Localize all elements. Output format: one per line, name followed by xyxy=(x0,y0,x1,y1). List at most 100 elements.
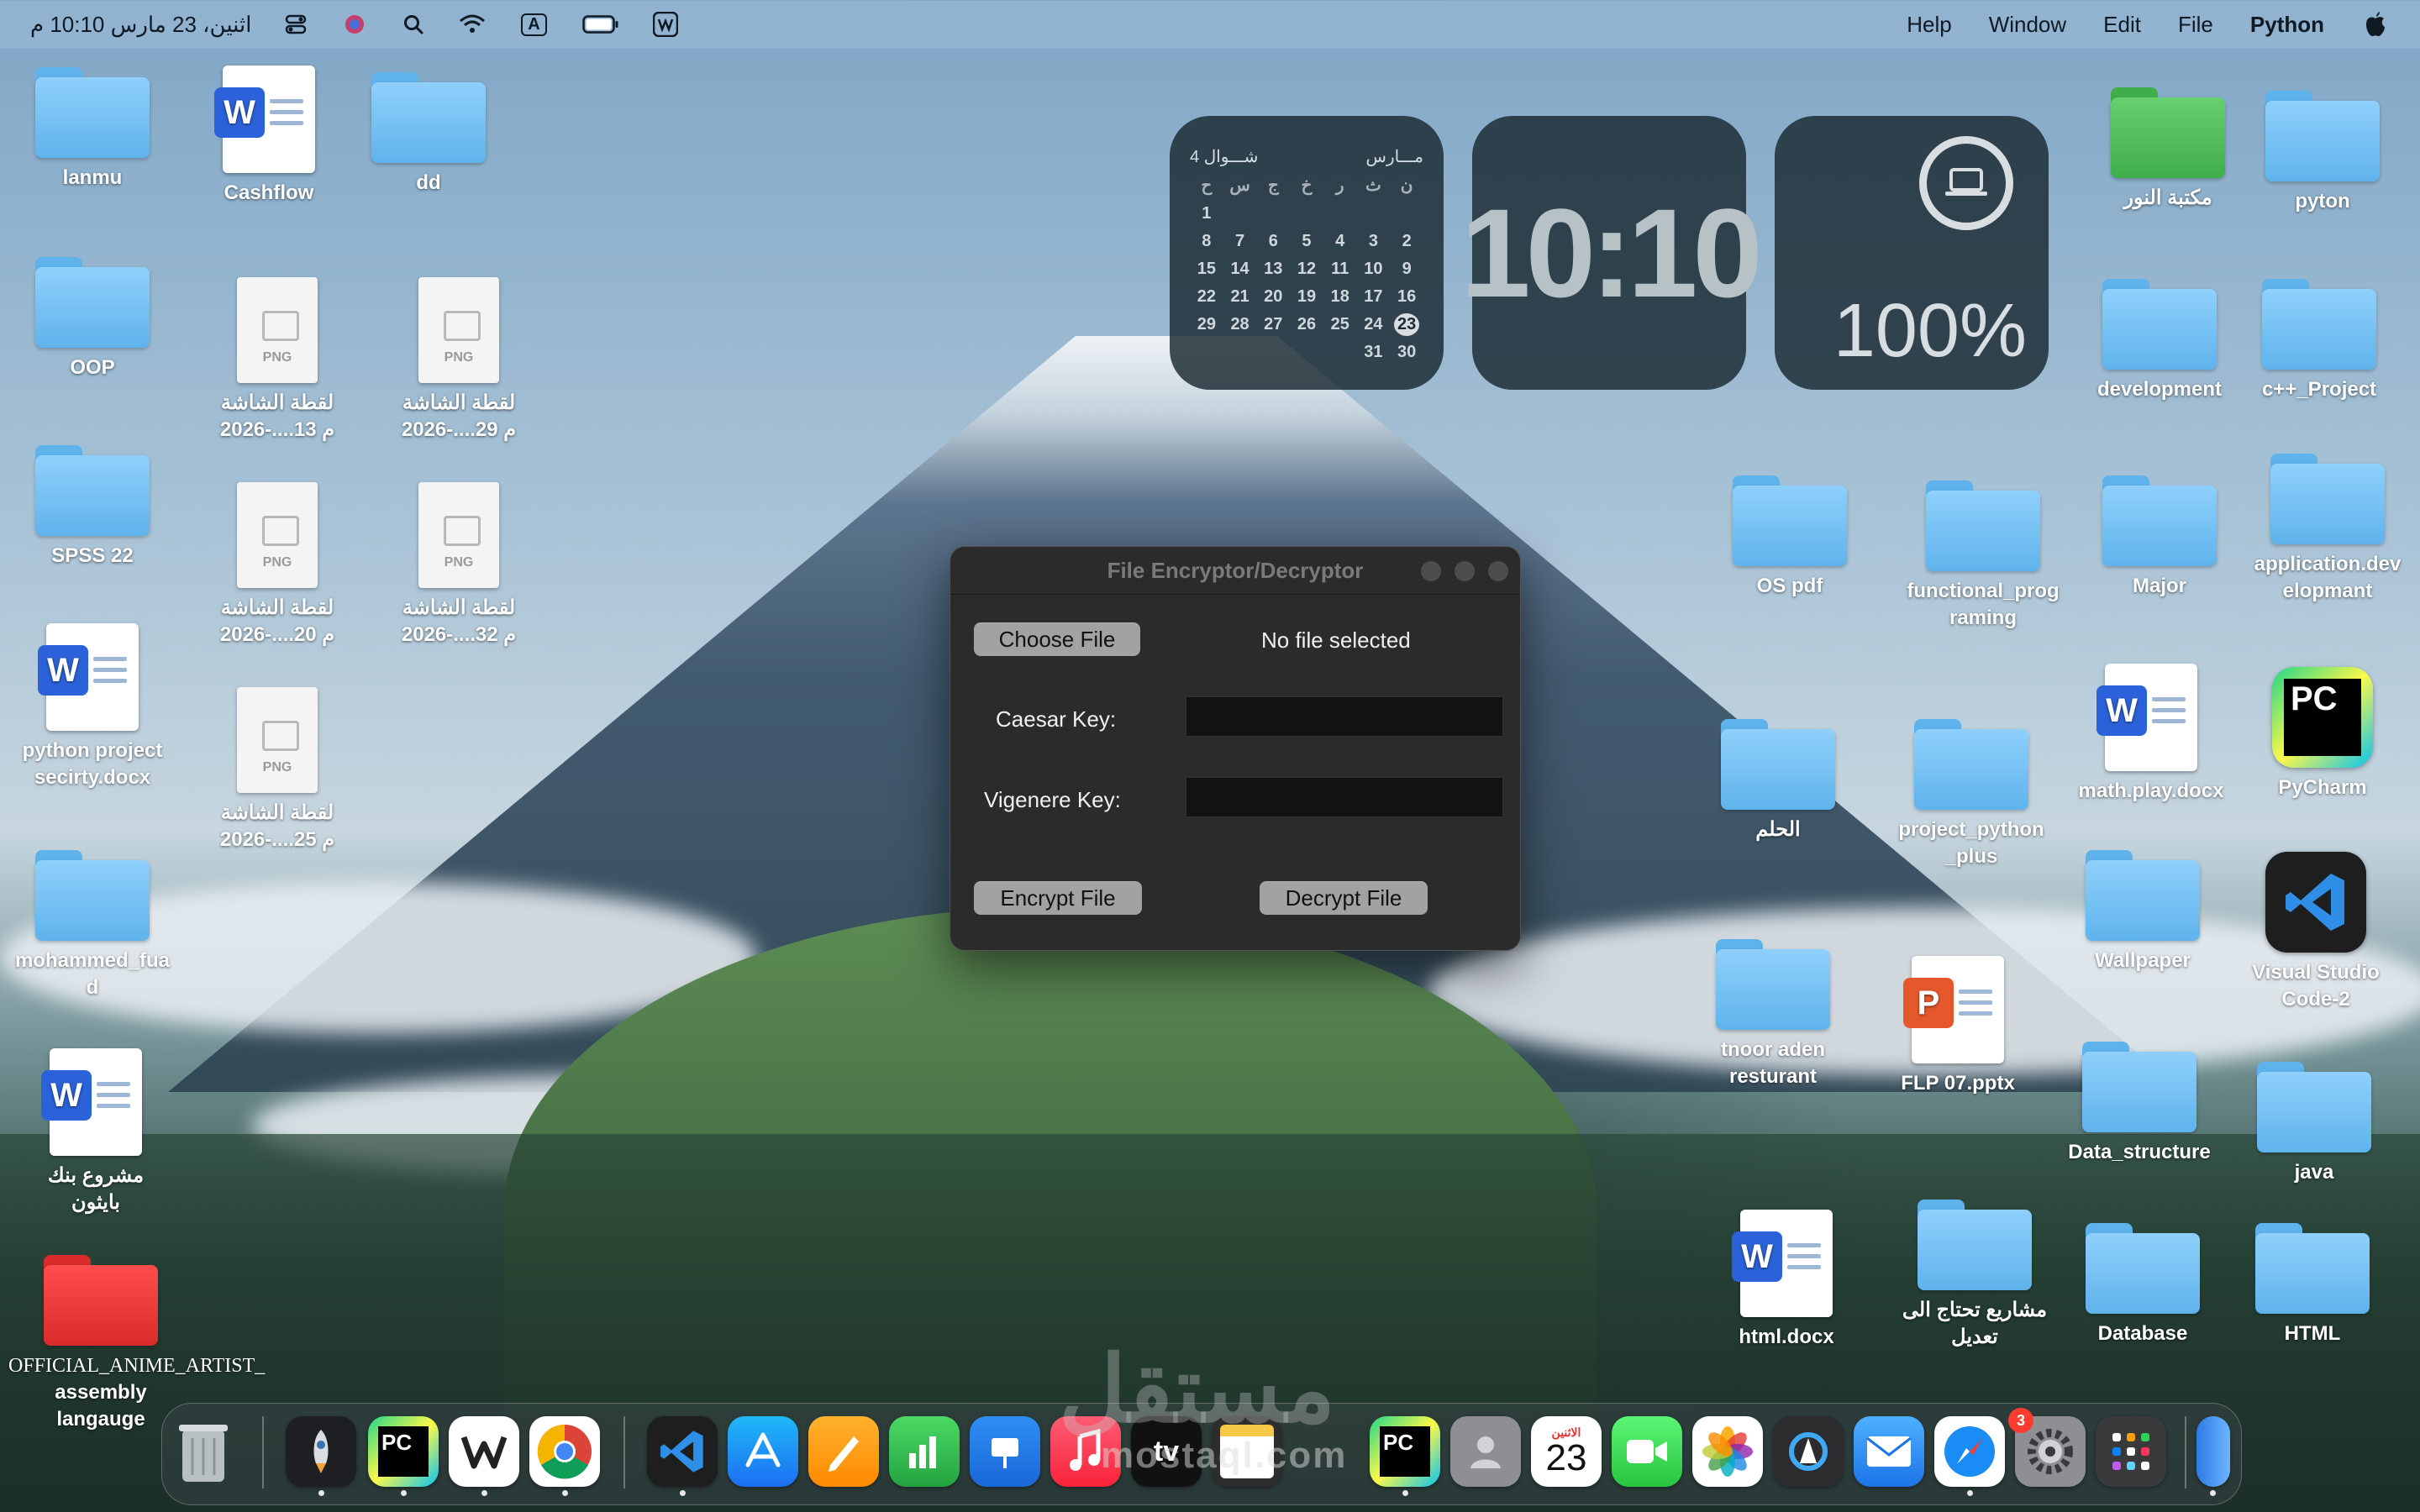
folder-html[interactable]: HTML xyxy=(2220,1223,2405,1347)
mostaql-watermark: مستقل xyxy=(1059,1338,1336,1441)
search-icon[interactable] xyxy=(399,10,428,39)
word-document-icon: W xyxy=(214,66,315,173)
pycharm-ce-dock-icon[interactable]: PC xyxy=(1370,1416,1440,1487)
folder-database[interactable]: Database xyxy=(2050,1223,2235,1347)
calendar-day: 12 xyxy=(1297,260,1317,278)
battery-widget[interactable]: 100% xyxy=(1775,116,2049,390)
vscode-dock-icon[interactable] xyxy=(647,1416,718,1487)
wifi-icon[interactable] xyxy=(458,10,487,39)
input-source-icon[interactable]: A xyxy=(517,10,550,39)
pages-icon[interactable] xyxy=(808,1416,879,1487)
screenshot-25[interactable]: PNG لقطة الشاشة 2026-....25 م xyxy=(185,687,370,853)
pycharm-dock-icon[interactable]: PC xyxy=(368,1416,439,1487)
folder-icon xyxy=(1733,475,1847,566)
calendar-day: 11 xyxy=(1331,260,1349,278)
calendar-day xyxy=(1323,202,1357,225)
decrypt-file-button[interactable]: Decrypt File xyxy=(1260,881,1428,915)
photos-icon[interactable] xyxy=(1692,1416,1763,1487)
menu-file[interactable]: File xyxy=(2178,12,2213,38)
mail-icon[interactable] xyxy=(1854,1416,1924,1487)
wps-office-icon[interactable] xyxy=(651,10,680,39)
file-flp-07[interactable]: P FLP 07.pptx xyxy=(1865,956,2050,1097)
window-minimize-button[interactable] xyxy=(1421,561,1441,581)
folder-oop[interactable]: OOP xyxy=(0,257,185,381)
calendar-day: 19 xyxy=(1297,287,1317,306)
trash-icon[interactable] xyxy=(168,1416,239,1487)
screenshot-13[interactable]: PNG لقطة الشاشة 2026-....13 م xyxy=(185,277,370,444)
folder-dd[interactable]: dd xyxy=(336,72,521,197)
app-store-icon[interactable] xyxy=(728,1416,798,1487)
caesar-key-input[interactable] xyxy=(1186,696,1503,737)
window-close-button[interactable] xyxy=(1488,561,1508,581)
file-html-docx[interactable]: W html.docx xyxy=(1694,1210,1879,1351)
folder-application-development[interactable]: application.dev elopmant xyxy=(2235,454,2420,605)
finder-icon[interactable] xyxy=(2196,1416,2230,1487)
app-visual-studio-code[interactable]: Visual Studio Code-2 xyxy=(2223,852,2408,1013)
screenshot-29[interactable]: PNG لقطة الشاشة 2026-....29 م xyxy=(366,277,551,444)
file-python-project-secirty[interactable]: W python project secirty.docx xyxy=(0,623,185,791)
app-pycharm[interactable]: PC PyCharm xyxy=(2230,667,2415,801)
folder-major[interactable]: Major xyxy=(2067,475,2252,600)
folder-alhulm[interactable]: الحلم xyxy=(1686,719,1870,843)
folder-mohammed-fuad[interactable]: mohammed_fua d xyxy=(0,850,185,1001)
folder-projects-need-edit[interactable]: مشاريع تحتاج الى تعديل xyxy=(1882,1200,2067,1351)
folder-cpp-project[interactable]: c++_Project xyxy=(2227,279,2412,403)
folder-anime-artist[interactable]: OFFICIAL_ANIME_ARTIST_ assembly langauge xyxy=(8,1255,265,1433)
apple-menu-icon[interactable] xyxy=(2361,10,2390,39)
folder-icon xyxy=(1716,939,1830,1030)
system-settings-icon[interactable]: 3 xyxy=(2008,1408,2086,1487)
calendar-day: 15 xyxy=(1197,260,1216,278)
chrome-icon[interactable] xyxy=(529,1416,600,1487)
folder-icon xyxy=(2082,1042,2196,1132)
file-cashflow[interactable]: W Cashflow xyxy=(176,66,361,207)
folder-spss[interactable]: SPSS 22 xyxy=(0,445,185,570)
folder-os-pdf[interactable]: OS pdf xyxy=(1697,475,1882,600)
keynote-icon[interactable] xyxy=(970,1416,1040,1487)
control-center-icon[interactable] xyxy=(281,10,310,39)
encrypt-file-button[interactable]: Encrypt File xyxy=(974,881,1142,915)
wps-office-dock-icon[interactable] xyxy=(449,1416,519,1487)
battery-icon[interactable] xyxy=(581,10,621,39)
vigenere-key-input[interactable] xyxy=(1186,777,1503,817)
menubar-app-name[interactable]: Python xyxy=(2250,12,2324,38)
calendar-day: 22 xyxy=(1197,287,1216,306)
facetime-icon[interactable] xyxy=(1612,1416,1682,1487)
safari-icon[interactable] xyxy=(1934,1416,2005,1487)
calendar-day xyxy=(1357,202,1391,225)
contacts-icon[interactable] xyxy=(1450,1416,1521,1487)
folder-wallpaper[interactable]: Wallpaper xyxy=(2050,850,2235,974)
window-titlebar[interactable]: File Encryptor/Decryptor xyxy=(950,547,1520,595)
instruments-icon[interactable] xyxy=(1773,1416,1844,1487)
numbers-icon[interactable] xyxy=(889,1416,960,1487)
menu-window[interactable]: Window xyxy=(1989,12,2066,38)
clock-time: 10:10 xyxy=(1460,181,1763,323)
gregorian-month: مـــارس xyxy=(1365,148,1423,166)
folder-java[interactable]: java xyxy=(2222,1062,2407,1186)
calendar-day: 2 xyxy=(1402,232,1412,250)
folder-pyton[interactable]: pyton xyxy=(2230,91,2415,215)
launchpad-icon[interactable] xyxy=(2096,1416,2166,1487)
screenshot-20[interactable]: PNG لقطة الشاشة 2026-....20 م xyxy=(185,482,370,648)
window-zoom-button[interactable] xyxy=(1455,561,1475,581)
calendar-day: 28 xyxy=(1230,315,1249,333)
calendar-dock-icon[interactable]: الاثنين 23 xyxy=(1531,1416,1602,1487)
launchpad-rocket-icon[interactable] xyxy=(286,1416,356,1487)
folder-project-python-plus[interactable]: project_python _plus xyxy=(1879,719,2064,870)
folder-functional-programing[interactable]: functional_prog raming xyxy=(1891,480,2075,632)
menu-edit[interactable]: Edit xyxy=(2103,12,2141,38)
siri-icon[interactable] xyxy=(340,10,369,39)
folder-data-structure[interactable]: Data_structure xyxy=(2047,1042,2232,1166)
clock-widget[interactable]: 10:10 xyxy=(1460,116,1763,390)
screenshot-32[interactable]: PNG لقطة الشاشة 2026-....32 م xyxy=(366,482,551,648)
folder-development[interactable]: development xyxy=(2067,279,2252,403)
file-math-play[interactable]: W math.play.docx xyxy=(2059,664,2244,805)
folder-lanmu[interactable]: lanmu xyxy=(0,67,185,192)
calendar-widget[interactable]: 4 شـــوال مـــارس ح س ج خ ر ث ن 1 8 7 6 5 4 3 2 15 14 13 1… xyxy=(1170,116,1444,390)
choose-file-button[interactable]: Choose File xyxy=(974,622,1140,656)
folder-icon xyxy=(35,67,150,158)
menu-help[interactable]: Help xyxy=(1907,12,1951,38)
menubar-datetime[interactable]: اثنين، 23 مارس 10:10 م xyxy=(30,12,251,38)
folder-tnoor-aden-resturant[interactable]: tnoor aden resturant xyxy=(1681,939,1865,1090)
file-bank-project[interactable]: W مشروع بنك بايثون xyxy=(3,1048,188,1216)
calendar-day xyxy=(1323,341,1357,364)
